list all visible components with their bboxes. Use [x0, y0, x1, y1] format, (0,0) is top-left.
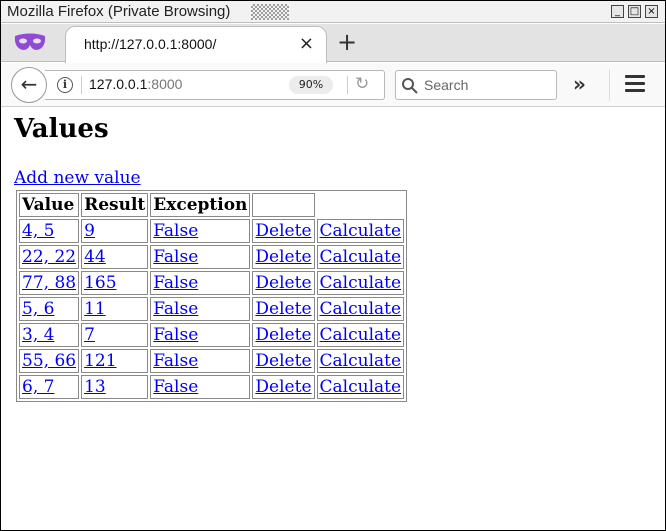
zoom-level-badge[interactable]: 90% — [289, 76, 333, 94]
values-table: Value Result Exception 4, 5 9 False Dele… — [16, 190, 408, 402]
exception-link[interactable]: False — [153, 273, 198, 293]
hamburger-menu-icon[interactable] — [625, 75, 645, 93]
result-link[interactable]: 165 — [84, 273, 116, 293]
back-button[interactable]: ← — [11, 67, 47, 103]
tab-active[interactable]: http://127.0.0.1:8000/ × — [65, 26, 327, 63]
delete-link[interactable]: Delete — [255, 299, 311, 319]
close-window-button[interactable]: × — [645, 5, 658, 18]
tab-bar: http://127.0.0.1:8000/ × + — [1, 24, 665, 63]
value-link[interactable]: 6, 7 — [22, 377, 54, 397]
header-result: Result — [81, 193, 149, 217]
result-link[interactable]: 13 — [84, 377, 106, 397]
table-row: 55, 66 121 False Delete Calculate — [19, 349, 405, 373]
exception-link[interactable]: False — [153, 351, 198, 371]
value-link[interactable]: 3, 4 — [22, 325, 54, 345]
table-row: 4, 5 9 False Delete Calculate — [19, 219, 405, 243]
header-empty — [252, 193, 315, 217]
url-port: :8000 — [147, 76, 183, 92]
table-row: 77, 88 165 False Delete Calculate — [19, 271, 405, 295]
exception-link[interactable]: False — [153, 377, 198, 397]
new-tab-button[interactable]: + — [335, 28, 359, 56]
delete-link[interactable]: Delete — [255, 351, 311, 371]
titlebar-grip-decoration — [251, 4, 289, 20]
result-link[interactable]: 44 — [84, 247, 106, 267]
page-content: Values Add new value Value Result Except… — [2, 108, 664, 528]
url-text[interactable]: 127.0.0.1:8000 — [89, 76, 182, 92]
table-row: 6, 7 13 False Delete Calculate — [19, 375, 405, 399]
table-row: 5, 6 11 False Delete Calculate — [19, 297, 405, 321]
table-row: 3, 4 7 False Delete Calculate — [19, 323, 405, 347]
calculate-link[interactable]: Calculate — [320, 221, 402, 241]
exception-link[interactable]: False — [153, 247, 198, 267]
url-separator-2 — [347, 76, 348, 94]
table-row: 22, 22 44 False Delete Calculate — [19, 245, 405, 269]
calculate-link[interactable]: Calculate — [320, 325, 402, 345]
value-link[interactable]: 55, 66 — [22, 351, 76, 371]
window-title: Mozilla Firefox (Private Browsing) — [7, 3, 231, 20]
url-bar[interactable]: i 127.0.0.1:8000 90% ↻ — [45, 70, 385, 100]
calculate-link[interactable]: Calculate — [320, 273, 402, 293]
url-separator — [81, 76, 82, 94]
tab-title: http://127.0.0.1:8000/ — [84, 36, 217, 52]
title-bar: Mozilla Firefox (Private Browsing) _ □ × — [1, 1, 665, 23]
result-link[interactable]: 9 — [84, 221, 95, 241]
delete-link[interactable]: Delete — [255, 377, 311, 397]
url-host: 127.0.0.1 — [89, 76, 148, 92]
reload-icon[interactable]: ↻ — [355, 74, 369, 94]
toolbar-separator — [609, 69, 610, 101]
delete-link[interactable]: Delete — [255, 273, 311, 293]
value-link[interactable]: 5, 6 — [22, 299, 54, 319]
calculate-link[interactable]: Calculate — [320, 377, 402, 397]
calculate-link[interactable]: Calculate — [320, 351, 402, 371]
delete-link[interactable]: Delete — [255, 247, 311, 267]
result-link[interactable]: 7 — [84, 325, 95, 345]
delete-link[interactable]: Delete — [255, 221, 311, 241]
exception-link[interactable]: False — [153, 299, 198, 319]
result-link[interactable]: 11 — [84, 299, 106, 319]
maximize-button[interactable]: □ — [628, 5, 641, 18]
header-value: Value — [19, 193, 80, 217]
exception-link[interactable]: False — [153, 325, 198, 345]
overflow-chevron-icon[interactable]: » — [573, 72, 586, 96]
value-link[interactable]: 77, 88 — [22, 273, 76, 293]
minimize-button[interactable]: _ — [611, 5, 624, 18]
result-link[interactable]: 121 — [84, 351, 116, 371]
search-bar[interactable] — [395, 70, 557, 100]
value-link[interactable]: 4, 5 — [22, 221, 54, 241]
exception-link[interactable]: False — [153, 221, 198, 241]
add-new-value-link[interactable]: Add new value — [14, 168, 141, 188]
site-info-icon[interactable]: i — [57, 77, 73, 93]
delete-link[interactable]: Delete — [255, 325, 311, 345]
search-icon — [402, 78, 418, 94]
value-link[interactable]: 22, 22 — [22, 247, 76, 267]
page-title: Values — [14, 114, 109, 144]
browser-window: Mozilla Firefox (Private Browsing) _ □ ×… — [0, 0, 666, 531]
header-exception: Exception — [150, 193, 251, 217]
calculate-link[interactable]: Calculate — [320, 299, 402, 319]
search-input[interactable] — [422, 75, 552, 95]
navigation-toolbar: i 127.0.0.1:8000 90% ↻ ← » — [1, 63, 665, 107]
calculate-link[interactable]: Calculate — [320, 247, 402, 267]
private-browsing-mask-icon — [14, 33, 46, 50]
close-tab-icon[interactable]: × — [299, 33, 314, 54]
table-header-row: Value Result Exception — [19, 193, 404, 217]
